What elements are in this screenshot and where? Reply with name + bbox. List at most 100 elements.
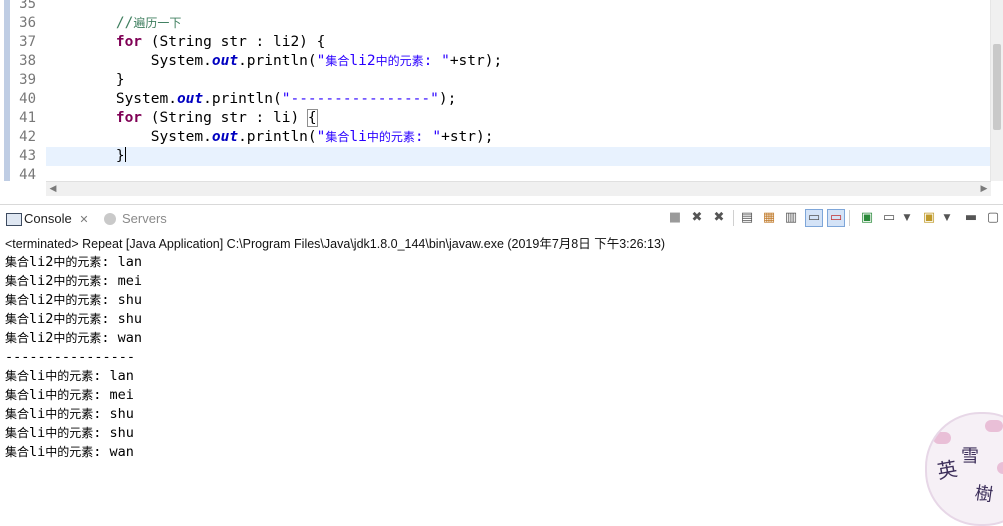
console-output-text: 集合 [5,274,30,288]
console-output-text: 中的元素 [45,388,94,402]
console-output-text: 集合 [5,312,30,326]
code-line[interactable]: System.out.println("集合li2中的元素: "+str); [46,52,502,71]
line-number: 43 [19,148,36,164]
console-output-text: li2 [29,330,54,346]
matching-brace: { [306,109,318,127]
code-keyword: for [115,110,143,126]
code-string-text: 中的元素 [375,54,424,68]
maximize-icon[interactable]: ▢ [985,210,1001,226]
console-output-text: 集合 [5,331,30,345]
line-number: 35 [19,0,36,12]
code-editor[interactable]: 35 36 37 38 39 40 41 42 43 44 //遍历一下 for (String … [0,0,1003,196]
toolbar-separator [733,210,734,226]
pin-console-icon[interactable]: ▣ [859,210,875,226]
console-output-text: li [29,444,46,460]
console-output-text: : mei [101,273,143,289]
minimize-icon[interactable]: ▬ [963,210,979,226]
line-number: 36 [19,15,36,31]
line-number: 37 [19,34,36,50]
code-line[interactable]: System.out.println("集合li中的元素: "+str); [46,128,494,147]
scroll-lock-icon[interactable]: ▦ [761,210,777,226]
code-string-text: 中的元素 [366,130,415,144]
console-output-text: ---------------- [5,349,136,365]
console-output[interactable]: 集合li2中的元素: lan 集合li2中的元素: mei 集合li2中的元素: s… [5,253,995,462]
code-line-current[interactable]: } [46,147,991,166]
code-text: +str); [441,129,494,145]
petal [933,432,951,444]
code-string: "----------------" [282,91,439,107]
code-text: System. [150,129,212,145]
editor-horizontal-scrollbar[interactable]: ◀ ▶ [46,181,991,196]
scroll-left-icon[interactable]: ◀ [46,182,60,196]
console-output-line: 集合li2中的元素: mei [5,272,995,291]
code-line[interactable]: System.out.println("----------------"); [46,90,457,109]
open-console-icon[interactable]: ▣ [921,210,937,226]
console-output-text: li [29,406,46,422]
line-number: 39 [19,72,36,88]
line-number: 38 [19,53,36,69]
code-static-field: out [211,53,239,69]
display-console-icon[interactable]: ▭ [881,210,897,226]
console-output-text: 中的元素 [45,407,94,421]
code-line[interactable]: } [46,71,125,90]
code-text: .println( [238,53,317,69]
seal-glyph: 樹 [973,482,995,507]
code-keyword: for [115,34,143,50]
code-text: } [115,72,125,88]
clear-console-icon[interactable]: ▤ [739,210,755,226]
line-number: 40 [19,91,36,107]
console-output-text: 中的元素 [53,331,102,345]
console-toolbar: ■ ✖ ✖ ▤ ▦ ▥ ▭ ▭ ▣ ▭ ▼ ▣ ▼ ▬ ▢ [667,208,1003,230]
toolbar-separator [849,210,850,226]
console-output-text: 中的元素 [45,445,94,459]
close-icon[interactable]: ✕ [79,214,88,226]
tab-console[interactable]: Console ✕ [4,209,89,229]
line-number: 41 [19,110,36,126]
editor-vertical-scrollbar[interactable] [990,0,1003,181]
remove-launch-icon[interactable]: ✖ [689,210,705,226]
console-output-text: 中的元素 [53,293,102,307]
console-output-text: : wan [101,330,143,346]
code-text: } [115,148,125,164]
code-text: (String str : li) [142,110,308,126]
console-output-text: li2 [29,273,54,289]
show-on-stdout-icon[interactable]: ▭ [805,209,823,227]
console-output-text: li [29,387,46,403]
scroll-right-icon[interactable]: ▶ [977,182,991,196]
code-string-text: li [349,129,367,145]
code-text: +str); [449,53,503,69]
console-output-text: 集合 [5,426,30,440]
line-number: 42 [19,129,36,145]
code-string: "集合li中的元素: " [317,129,441,145]
dropdown-icon[interactable]: ▼ [939,210,955,226]
console-output-line: 集合li2中的元素: wan [5,329,995,348]
code-comment-text: 遍历一下 [133,16,182,30]
tab-servers-label: Servers [122,211,167,226]
console-output-text: 集合 [5,445,30,459]
word-wrap-icon[interactable]: ▥ [783,210,799,226]
console-output-text: 集合 [5,255,30,269]
seal-glyph: 雪 [961,446,979,467]
remove-all-terminated-icon[interactable]: ✖ [711,210,727,226]
code-string-text: : " [423,53,450,69]
code-area[interactable]: //遍历一下 for (String str : li2) { System.o… [46,0,991,181]
code-string-text: li2 [349,53,376,69]
show-on-stderr-icon[interactable]: ▭ [827,209,845,227]
servers-icon [104,213,116,225]
tab-console-label: Console [24,211,72,226]
console-output-text: 集合 [5,407,30,421]
terminate-icon[interactable]: ■ [667,210,683,226]
scrollbar-thumb[interactable] [993,44,1001,130]
console-output-text: 中的元素 [53,255,102,269]
console-output-line: 集合li中的元素: mei [5,386,995,405]
console-output-text: : lan [93,368,134,384]
code-text: .println( [238,129,317,145]
code-line[interactable]: for (String str : li2) { [46,33,326,52]
tab-servers[interactable]: Servers [104,209,167,229]
console-output-text: 集合 [5,369,30,383]
console-output-text: li [29,425,46,441]
code-static-field: out [176,91,204,107]
dropdown-icon[interactable]: ▼ [899,210,915,226]
code-line[interactable]: for (String str : li) { [46,109,318,128]
code-line[interactable]: //遍历一下 [46,14,181,33]
